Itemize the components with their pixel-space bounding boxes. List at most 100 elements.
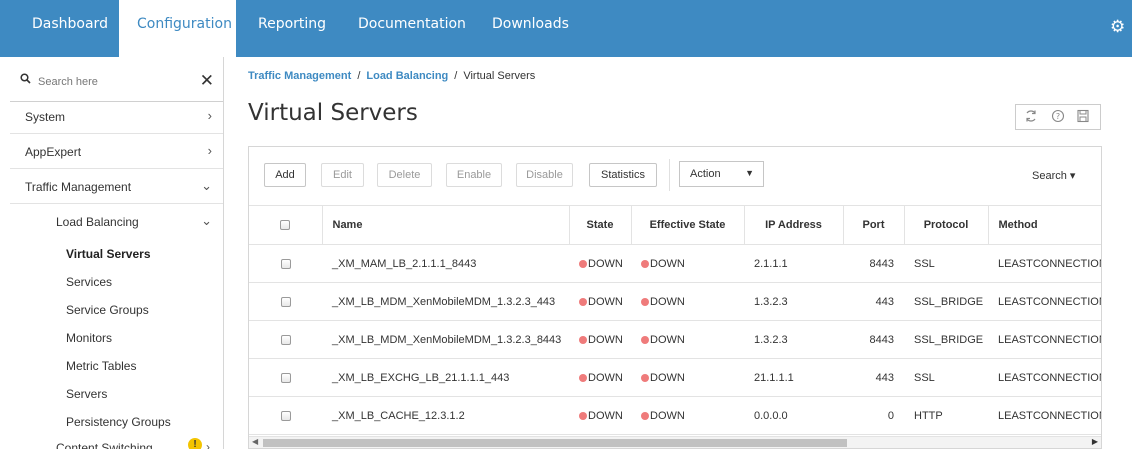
table-row[interactable]: _XM_LB_CACHE_12.3.1.2 DOWN DOWN 0.0.0.0 … (249, 396, 1101, 435)
cell-port: 443 (843, 282, 904, 321)
status-down-icon (641, 335, 649, 344)
cell-effective-state: DOWN (631, 396, 744, 435)
sidebar-item-appexpert[interactable]: AppExpert › (10, 134, 223, 169)
breadcrumb-load-balancing[interactable]: Load Balancing (366, 70, 448, 82)
horizontal-scrollbar[interactable]: ◀ ▶ (249, 436, 1101, 448)
enable-button[interactable]: Enable (446, 163, 502, 187)
table-row[interactable]: _XM_LB_MDM_XenMobileMDM_1.3.2.3_8443 DOW… (249, 320, 1101, 359)
checkbox[interactable] (280, 334, 291, 345)
page-title: Virtual Servers (248, 100, 418, 126)
sidebar-item-service-groups[interactable]: Service Groups (66, 303, 149, 317)
status-down-icon (641, 411, 649, 420)
tab-downloads[interactable]: Downloads (492, 16, 569, 32)
cell-name[interactable]: _XM_MAM_LB_2.1.1.1_8443 (322, 244, 569, 283)
page-tools: ? (1015, 104, 1101, 130)
column-header-effective-state[interactable]: Effective State (630, 205, 744, 245)
sidebar-item-servers[interactable]: Servers (66, 387, 107, 401)
cell-name[interactable]: _XM_LB_CACHE_12.3.1.2 (322, 396, 569, 435)
cell-ip-address: 1.3.2.3 (744, 282, 843, 321)
row-checkbox-cell[interactable] (249, 358, 322, 397)
tab-dashboard[interactable]: Dashboard (32, 16, 108, 32)
checkbox[interactable] (280, 220, 291, 231)
sidebar-item-system[interactable]: System › (10, 99, 223, 134)
sidebar-item-metric-tables[interactable]: Metric Tables (66, 359, 136, 373)
cell-method: LEASTCONNECTION (988, 396, 1101, 435)
virtual-servers-table: Name State Effective State IP Address Po… (249, 205, 1101, 436)
table-row[interactable]: _XM_LB_EXCHG_LB_21.1.1.1_443 DOWN DOWN 2… (249, 358, 1101, 397)
sidebar-item-content-switching[interactable]: Content Switching (56, 441, 153, 449)
statistics-button[interactable]: Statistics (589, 163, 657, 187)
tab-configuration-label: Configuration (137, 16, 232, 32)
table-row[interactable]: _XM_LB_MDM_XenMobileMDM_1.3.2.3_443 DOWN… (249, 282, 1101, 321)
row-checkbox-cell[interactable] (249, 244, 322, 283)
column-header-state[interactable]: State (568, 205, 631, 245)
status-down-icon (579, 411, 587, 420)
sidebar-item-load-balancing[interactable]: Load Balancing ⌄ (10, 204, 223, 239)
checkbox[interactable] (280, 258, 291, 269)
checkbox[interactable] (280, 296, 291, 307)
cell-ip-address: 21.1.1.1 (744, 358, 843, 397)
close-icon[interactable]: ✕ (200, 71, 214, 91)
state-label: DOWN (588, 257, 623, 270)
sidebar-item-label: Load Balancing (56, 215, 139, 229)
sidebar-item-persistency-groups[interactable]: Persistency Groups (66, 415, 171, 429)
checkbox[interactable] (280, 372, 291, 383)
column-header-method[interactable]: Method (987, 205, 1101, 245)
warning-icon: ! (188, 438, 202, 449)
scroll-right-icon[interactable]: ▶ (1092, 437, 1098, 446)
cell-method: LEASTCONNECTION (988, 320, 1101, 359)
action-dropdown-value: Action (690, 168, 721, 180)
scrollbar-thumb[interactable] (263, 439, 847, 447)
effective-state-label: DOWN (650, 257, 685, 270)
sidebar-item-traffic-management[interactable]: Traffic Management ⌄ (10, 169, 223, 204)
cell-name[interactable]: _XM_LB_EXCHG_LB_21.1.1.1_443 (322, 358, 569, 397)
cell-port: 8443 (843, 244, 904, 283)
select-all-checkbox[interactable] (249, 205, 322, 245)
breadcrumb: Traffic Management / Load Balancing / Virtua… (248, 70, 535, 82)
save-icon[interactable] (1076, 109, 1090, 126)
row-checkbox-cell[interactable] (249, 396, 322, 435)
chevron-down-icon: ⌄ (201, 213, 212, 228)
help-icon[interactable]: ? (1051, 109, 1065, 126)
cell-port: 8443 (843, 320, 904, 359)
search-dropdown[interactable]: Search ▾ (1032, 169, 1075, 182)
column-header-port[interactable]: Port (842, 205, 904, 245)
toolbar-divider (669, 159, 670, 191)
sidebar-item-monitors[interactable]: Monitors (66, 331, 112, 345)
state-label: DOWN (588, 409, 623, 422)
status-down-icon (641, 297, 649, 306)
cell-protocol: SSL_BRIDGE (904, 320, 988, 359)
table-row[interactable]: _XM_MAM_LB_2.1.1.1_8443 DOWN DOWN 2.1.1.… (249, 244, 1101, 283)
state-label: DOWN (588, 333, 623, 346)
status-down-icon (579, 335, 587, 344)
sidebar-item-services[interactable]: Services (66, 275, 112, 289)
edit-button[interactable]: Edit (321, 163, 364, 187)
cell-effective-state: DOWN (631, 244, 744, 283)
delete-button[interactable]: Delete (377, 163, 432, 187)
row-checkbox-cell[interactable] (249, 282, 322, 321)
effective-state-label: DOWN (650, 409, 685, 422)
action-dropdown[interactable]: Action ▼ (679, 161, 764, 187)
sidebar-search[interactable]: Search here ✕ (10, 64, 223, 102)
gear-icon[interactable]: ⚙ (1110, 18, 1126, 35)
tab-configuration[interactable]: Configuration (119, 0, 236, 57)
scroll-left-icon[interactable]: ◀ (252, 437, 258, 446)
column-header-ip-address[interactable]: IP Address (743, 205, 843, 245)
column-header-protocol[interactable]: Protocol (903, 205, 988, 245)
column-header-name[interactable]: Name (321, 205, 569, 245)
tab-documentation[interactable]: Documentation (358, 16, 466, 32)
tab-reporting[interactable]: Reporting (258, 16, 326, 32)
sidebar-item-virtual-servers[interactable]: Virtual Servers (66, 247, 151, 261)
breadcrumb-traffic-management[interactable]: Traffic Management (248, 70, 351, 82)
search-input[interactable]: Search here (38, 76, 98, 88)
cell-name[interactable]: _XM_LB_MDM_XenMobileMDM_1.3.2.3_8443 (322, 320, 569, 359)
cell-port: 0 (843, 396, 904, 435)
refresh-icon[interactable] (1024, 109, 1038, 126)
cell-name[interactable]: _XM_LB_MDM_XenMobileMDM_1.3.2.3_443 (322, 282, 569, 321)
cell-port: 443 (843, 358, 904, 397)
checkbox[interactable] (280, 410, 291, 421)
disable-button[interactable]: Disable (516, 163, 573, 187)
add-button[interactable]: Add (264, 163, 306, 187)
row-checkbox-cell[interactable] (249, 320, 322, 359)
effective-state-label: DOWN (650, 333, 685, 346)
